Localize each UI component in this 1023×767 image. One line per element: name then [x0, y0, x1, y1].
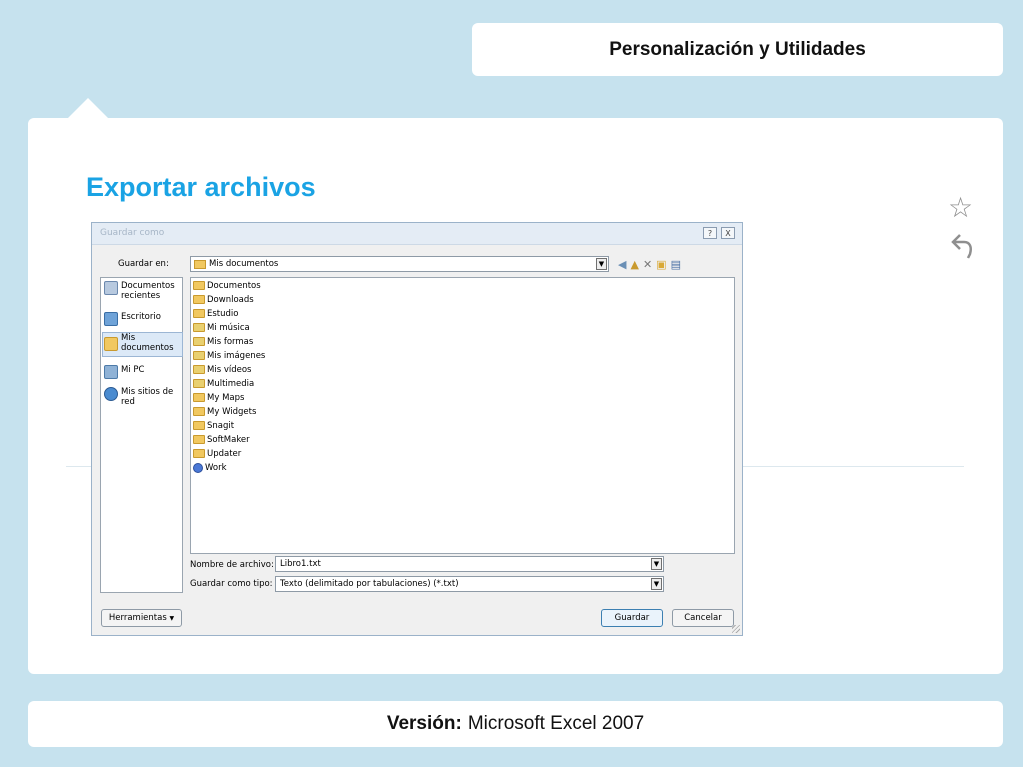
folder-icon: [194, 260, 206, 269]
slide-header: Personalización y Utilidades: [472, 23, 1003, 76]
file-label: Updater: [207, 448, 242, 459]
place-desktop[interactable]: Escritorio: [104, 312, 182, 326]
list-item[interactable]: Downloads: [193, 293, 254, 306]
list-item[interactable]: SoftMaker: [193, 433, 250, 446]
pictures-folder-icon: [193, 351, 205, 360]
save-in-select[interactable]: Mis documentos ▼: [190, 256, 609, 272]
file-label: Multimedia: [207, 378, 255, 389]
file-label: Work: [205, 462, 227, 473]
new-folder-icon[interactable]: ▣: [656, 258, 666, 271]
file-label: Mis formas: [207, 336, 254, 347]
delete-icon[interactable]: ✕: [643, 258, 652, 271]
file-label: SoftMaker: [207, 434, 250, 445]
card-tab-notch: [68, 98, 108, 118]
up-folder-icon[interactable]: ▲: [630, 258, 638, 271]
place-label: Mi PC: [121, 365, 145, 375]
multimedia-icon: [193, 379, 205, 388]
file-label: Estudio: [207, 308, 239, 319]
list-item[interactable]: Snagit: [193, 419, 234, 432]
filetype-value: Texto (delimitado por tabulaciones) (*.t…: [280, 579, 459, 589]
star-icon[interactable]: ☆: [948, 194, 973, 222]
slide-header-text: Personalización y Utilidades: [609, 38, 866, 60]
shapes-folder-icon: [193, 337, 205, 346]
file-label: My Maps: [207, 392, 245, 403]
filename-value: Libro1.txt: [280, 559, 321, 569]
file-label: Mi música: [207, 322, 250, 333]
dialog-titlebar: Guardar como ? X: [92, 223, 742, 245]
place-network[interactable]: Mis sitios de red: [104, 387, 182, 407]
recent-docs-icon: [104, 281, 118, 295]
list-item[interactable]: Estudio: [193, 307, 238, 320]
chevron-down-icon[interactable]: ▼: [651, 578, 662, 590]
dialog-title: Guardar como: [100, 228, 165, 238]
list-item[interactable]: Multimedia: [193, 377, 254, 390]
footer-value: Microsoft Excel 2007: [467, 713, 645, 734]
place-label: Documentos recientes: [121, 281, 175, 301]
place-label: Escritorio: [121, 312, 161, 322]
place-my-computer[interactable]: Mi PC: [104, 365, 182, 379]
list-item[interactable]: Mis formas: [193, 335, 253, 348]
my-documents-icon: [104, 337, 118, 351]
folder-icon: [193, 309, 205, 318]
place-my-documents[interactable]: Mis documentos: [102, 332, 183, 357]
file-label: Documentos: [207, 280, 261, 291]
desktop-icon: [104, 312, 118, 326]
folder-icon: [193, 421, 205, 430]
place-label: Mis sitios de red: [121, 387, 174, 407]
save-as-dialog: Guardar como ? X Guardar en: Mis documen…: [91, 222, 743, 636]
folder-icon: [193, 449, 205, 458]
folder-icon: [193, 295, 205, 304]
tools-button-label: Herramientas: [108, 613, 167, 623]
folder-icon: [193, 435, 205, 444]
list-item[interactable]: Mis vídeos: [193, 363, 251, 376]
network-places-icon: [104, 387, 118, 401]
filename-label: Nombre de archivo:: [190, 560, 274, 570]
music-folder-icon: [193, 323, 205, 332]
list-item[interactable]: Mi música: [193, 321, 250, 334]
tools-button[interactable]: Herramientas ▼: [101, 609, 182, 627]
list-item[interactable]: Updater: [193, 447, 241, 460]
filetype-label: Guardar como tipo:: [190, 579, 273, 589]
resize-grip[interactable]: [732, 625, 740, 633]
cancel-button[interactable]: Cancelar: [672, 609, 734, 627]
file-label: Mis vídeos: [207, 364, 252, 375]
list-item[interactable]: My Widgets: [193, 405, 256, 418]
folder-icon: [193, 393, 205, 402]
chevron-down-icon[interactable]: ▼: [596, 258, 607, 270]
save-in-label: Guardar en:: [118, 259, 169, 269]
slide-title: Exportar archivos: [86, 172, 316, 202]
list-item[interactable]: Work: [193, 461, 227, 474]
back-arrow-icon[interactable]: ◀: [618, 258, 626, 271]
list-item[interactable]: Documentos: [193, 279, 261, 292]
file-label: Snagit: [207, 420, 235, 431]
save-button[interactable]: Guardar: [601, 609, 663, 627]
videos-folder-icon: [193, 365, 205, 374]
back-icon[interactable]: [950, 232, 976, 260]
place-recent-documents[interactable]: Documentos recientes: [104, 281, 182, 301]
filename-input[interactable]: Libro1.txt ▼: [275, 556, 664, 572]
footer-label: Versión:: [386, 713, 462, 734]
file-list: Documentos Downloads Estudio Mi música M…: [190, 277, 735, 554]
file-label: Downloads: [207, 294, 254, 305]
help-button[interactable]: ?: [703, 227, 717, 239]
save-in-value: Mis documentos: [209, 259, 279, 269]
work-icon: [193, 462, 203, 473]
place-label: Mis documentos: [121, 333, 174, 353]
views-icon[interactable]: ▤: [671, 258, 681, 271]
chevron-down-icon[interactable]: ▼: [651, 558, 662, 570]
my-computer-icon: [104, 365, 118, 379]
chevron-down-icon: ▼: [169, 615, 175, 622]
places-bar: Documentos recientes Escritorio Mis docu…: [100, 277, 183, 593]
filetype-select[interactable]: Texto (delimitado por tabulaciones) (*.t…: [275, 576, 664, 592]
file-label: My Widgets: [207, 406, 257, 417]
folder-icon: [193, 407, 205, 416]
dialog-toolbar: ◀ ▲ ✕ ▣ ▤: [618, 258, 681, 271]
list-item[interactable]: Mis imágenes: [193, 349, 265, 362]
slide-footer: Versión: Microsoft Excel 2007: [28, 701, 1003, 747]
file-label: Mis imágenes: [207, 350, 266, 361]
close-button[interactable]: X: [721, 227, 735, 239]
folder-icon: [193, 281, 205, 290]
list-item[interactable]: My Maps: [193, 391, 244, 404]
